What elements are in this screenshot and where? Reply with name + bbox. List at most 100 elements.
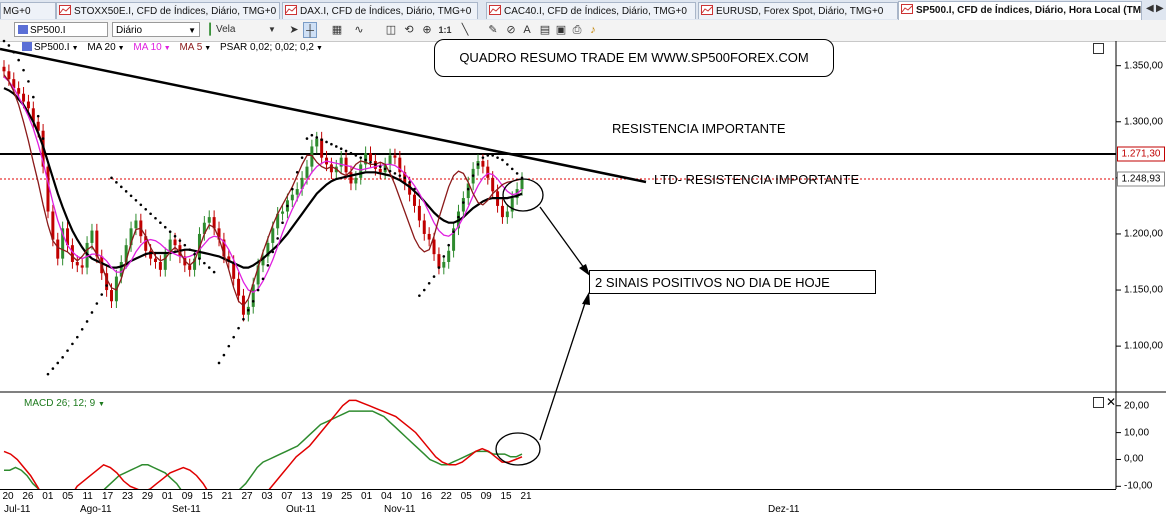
price-tick-label: 1.350,00 xyxy=(1124,60,1163,72)
arrow-line-top xyxy=(539,206,588,273)
tab-item-1[interactable]: STOXX50E.I, CFD de Índices, Diário, TMG+… xyxy=(56,2,280,19)
tab-scroll-right-icon[interactable]: ▶ xyxy=(1156,3,1164,14)
date-tick-label: 01 xyxy=(361,491,373,502)
psar-dot xyxy=(139,203,143,207)
maximize-pane-icon[interactable] xyxy=(1093,43,1104,54)
candle-body xyxy=(271,228,275,243)
legend-ma5[interactable]: MA 5 xyxy=(179,42,202,53)
chevron-down-icon: ▼ xyxy=(97,401,105,408)
psar-dot xyxy=(359,156,363,159)
tab-item-0[interactable]: MG+0 xyxy=(0,2,56,19)
psar-dot xyxy=(168,230,172,234)
candle-body xyxy=(193,258,197,270)
psar-dot xyxy=(227,344,231,348)
psar-dot xyxy=(46,372,50,376)
measure-icon[interactable]: ⊘ xyxy=(504,22,518,38)
month-tick-label: Ago-11 xyxy=(80,504,112,515)
date-tick-label: 01 xyxy=(161,491,173,502)
indicator-icon[interactable]: ∿ xyxy=(352,22,366,38)
candle-body xyxy=(232,261,236,279)
psar-dot xyxy=(330,142,333,146)
tab-item-2[interactable]: DAX.I, CFD de Índices, Diário, TMG+0 xyxy=(282,2,478,19)
date-tick-label: 07 xyxy=(281,491,293,502)
grid-icon[interactable]: ▦ xyxy=(330,22,344,38)
resistance-price-marker: 1.271,30 xyxy=(1117,146,1165,162)
month-tick-label: Jul-11 xyxy=(4,504,31,515)
print-icon[interactable]: ⎙ xyxy=(570,22,584,38)
psar-dot xyxy=(17,58,20,62)
candle-body xyxy=(246,306,250,315)
image-icon[interactable]: ▣ xyxy=(554,22,568,38)
macd-legend[interactable]: MACD 26; 12; 9 ▼ xyxy=(24,398,105,409)
date-tick-label: 26 xyxy=(22,491,34,502)
candle-body xyxy=(70,245,74,262)
date-tick-label: 15 xyxy=(201,491,213,502)
tab-item-5-active[interactable]: SP500.I, CFD de Índices, Diário, Hora Lo… xyxy=(898,1,1142,20)
maximize-pane-icon[interactable] xyxy=(1093,397,1104,408)
candle-body xyxy=(36,121,40,131)
legend-ma20[interactable]: MA 20 xyxy=(87,42,115,53)
candle-body xyxy=(212,217,216,229)
alert-icon[interactable]: ♪ xyxy=(586,22,600,38)
candle-body xyxy=(26,101,30,109)
candle-body xyxy=(114,276,118,302)
candle-body xyxy=(369,153,373,162)
candle-body xyxy=(437,254,441,268)
line-tool-icon[interactable]: ╲ xyxy=(458,22,472,38)
scale-toggle[interactable]: 1:1 xyxy=(438,22,452,38)
cursor-arrow-icon[interactable]: ➤ xyxy=(288,22,300,38)
chart-icon xyxy=(901,3,913,14)
date-tick-label: 10 xyxy=(400,491,413,502)
candle-body xyxy=(51,211,55,240)
psar-dot xyxy=(71,342,74,346)
psar-dot xyxy=(427,282,431,285)
candle-body xyxy=(85,242,89,268)
candle-body xyxy=(334,166,338,173)
period-select[interactable]: Diário ▼ xyxy=(112,22,200,37)
psar-dot xyxy=(100,293,104,296)
candle-body xyxy=(422,220,426,234)
psar-dot xyxy=(378,165,382,168)
zoom-icon[interactable]: ⊕ xyxy=(420,22,434,38)
legend-symbol[interactable]: SP500.I xyxy=(34,42,70,53)
symbol-field[interactable]: SP500.I xyxy=(14,22,108,37)
psar-dot xyxy=(32,95,35,99)
copy-icon[interactable]: ▤ xyxy=(538,22,552,38)
psar-dot xyxy=(66,349,69,352)
psar-dot xyxy=(325,140,328,144)
candle-body xyxy=(183,256,187,266)
psar-dot xyxy=(393,172,397,175)
candle-body xyxy=(285,200,289,212)
resistance-price-value: 1.271,30 xyxy=(1121,148,1161,160)
candle-body xyxy=(100,256,104,274)
draw-tool-icon[interactable]: ✎ xyxy=(486,22,500,38)
chart-icon xyxy=(59,4,71,15)
tab-item-3[interactable]: CAC40.I, CFD de Índices, Diário, TMG+0 xyxy=(486,2,696,19)
candle-body xyxy=(7,71,11,80)
price-axis: 1.350,001.300,001.250,001.200,001.150,00… xyxy=(1116,41,1166,391)
candle-body xyxy=(124,245,128,262)
frame-icon[interactable]: ◫ xyxy=(384,22,398,38)
psar-dot xyxy=(124,190,128,193)
close-pane-icon[interactable]: ✕ xyxy=(1106,396,1116,408)
candle-body xyxy=(41,130,45,167)
ma20-line xyxy=(3,87,523,269)
legend-ma10[interactable]: MA 10 xyxy=(133,42,161,53)
tab-scroll-left-icon[interactable]: ◀ xyxy=(1146,3,1154,14)
psar-dot xyxy=(457,215,460,219)
chart-type-select[interactable]: Vela ▼ xyxy=(216,22,276,38)
pan-icon[interactable]: ⟲ xyxy=(402,22,416,38)
tab-label: CAC40.I, CFD de Índices, Diário, TMG+0 xyxy=(504,6,687,17)
psar-dot xyxy=(232,335,235,339)
legend-psar[interactable]: PSAR 0,02; 0,02; 0,2 xyxy=(220,42,314,53)
candle-body xyxy=(22,93,26,102)
crosshair-icon[interactable]: ┼ xyxy=(303,22,317,38)
text-tool-icon[interactable]: A xyxy=(520,22,534,38)
psar-dot xyxy=(76,335,79,339)
ltd-annotation: LTD- RESISTENCIA IMPORTANTE xyxy=(654,172,860,187)
price-tick-label: 1.150,00 xyxy=(1124,284,1163,296)
tab-item-4[interactable]: EURUSD, Forex Spot, Diário, TMG+0 xyxy=(698,2,898,19)
price-chart[interactable] xyxy=(0,0,1166,520)
candle-body xyxy=(388,155,392,165)
psar-dot xyxy=(437,266,441,269)
